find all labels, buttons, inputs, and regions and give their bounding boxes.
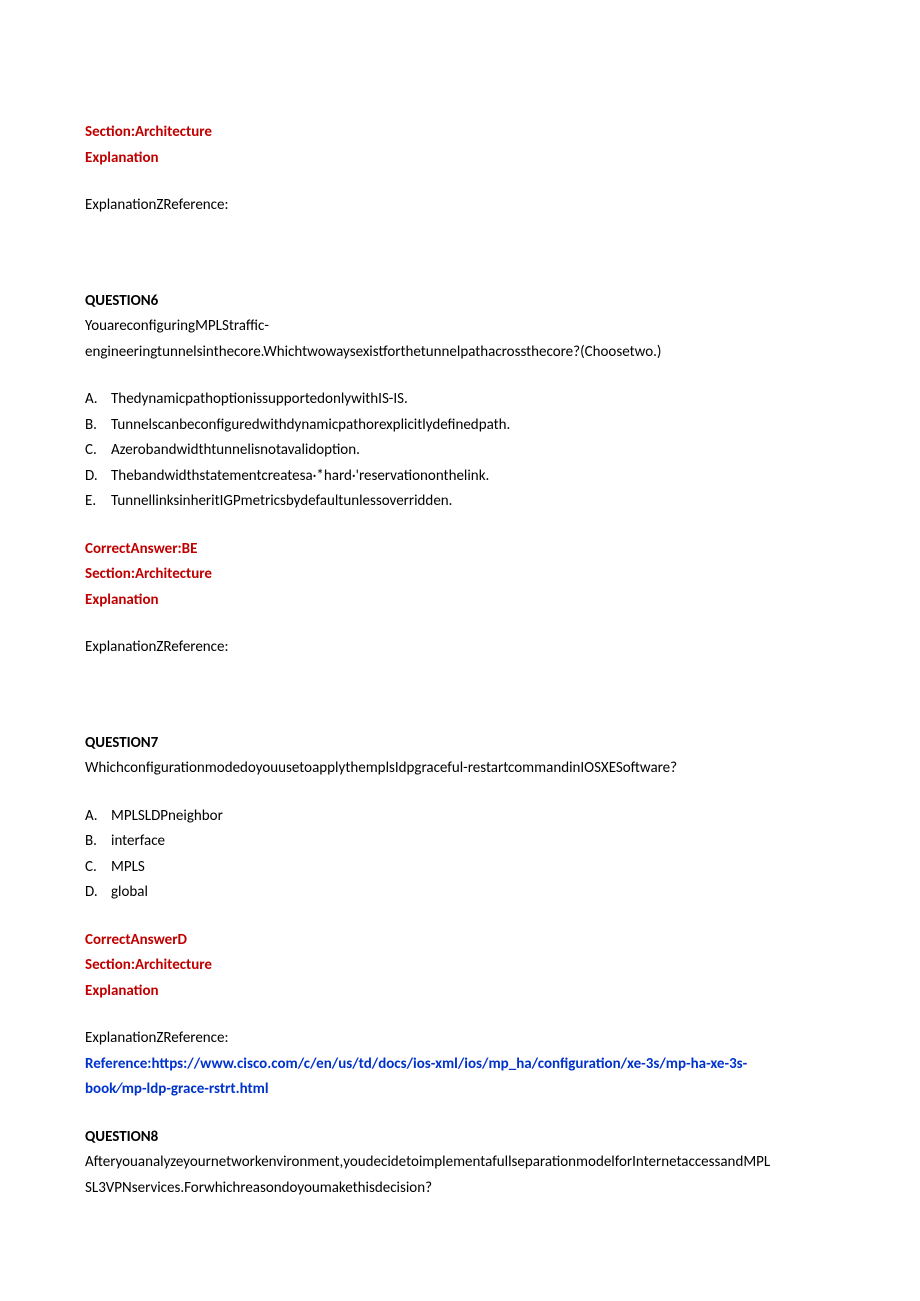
q7-options: A.MPLSLDPneighbor B.interface C.MPLS D.g… bbox=[85, 804, 835, 906]
q7-reference-url2[interactable]: book⁄mp-ldp-grace-rstrt.html bbox=[85, 1077, 835, 1103]
q6-prompt-line2: engineeringtunnelsinthecore.Whichtwoways… bbox=[85, 340, 835, 366]
q7-option-d: D.global bbox=[85, 880, 835, 906]
q7-option-a: A.MPLSLDPneighbor bbox=[85, 804, 835, 830]
q7-option-b: B.interface bbox=[85, 829, 835, 855]
q6-option-c: C.Azerobandwidthtunnelisnotavalidoption. bbox=[85, 438, 835, 464]
q8-prompt-line1: Afteryouanalyzeyournetworkenvironment,yo… bbox=[85, 1150, 835, 1176]
q6-option-a: A.Thedynamicpathoptionissupportedonlywit… bbox=[85, 387, 835, 413]
q7-explanation-label: Explanation bbox=[85, 979, 835, 1005]
q7-reference-line1: Reference:https://www.cisco.com/c/en/us/… bbox=[85, 1052, 835, 1078]
q6-option-b: B.Tunnelscanbeconfiguredwithdynamicpatho… bbox=[85, 413, 835, 439]
q6-heading: QUESTION6 bbox=[85, 289, 835, 315]
intro-explanation-label: Explanation bbox=[85, 146, 835, 172]
q6-section: Section:Architecture bbox=[85, 562, 835, 588]
q7-prompt: Whichconfigurationmodedoyouusetoapplythe… bbox=[85, 756, 835, 782]
q7-explanation-ref: ExplanationZReference: bbox=[85, 1026, 835, 1052]
q7-reference-url1[interactable]: https://www.cisco.com/c/en/us/td/docs/io… bbox=[151, 1055, 747, 1073]
q7-answer: CorrectAnswerD bbox=[85, 928, 835, 954]
q7-section: Section:Architecture bbox=[85, 953, 835, 979]
q6-options: A.Thedynamicpathoptionissupportedonlywit… bbox=[85, 387, 835, 515]
q6-explanation-label: Explanation bbox=[85, 588, 835, 614]
q6-answer: CorrectAnswer:BE bbox=[85, 537, 835, 563]
q7-heading: QUESTION7 bbox=[85, 731, 835, 757]
q6-option-d: D.Thebandwidthstatementcreatesa·*hard·'r… bbox=[85, 464, 835, 490]
intro-explanation-ref: ExplanationZReference: bbox=[85, 193, 835, 219]
q8-heading: QUESTION8 bbox=[85, 1125, 835, 1151]
q6-prompt-line1: YouareconfiguringMPLStraffic- bbox=[85, 314, 835, 340]
q6-explanation-ref: ExplanationZReference: bbox=[85, 635, 835, 661]
intro-section: Section:Architecture bbox=[85, 120, 835, 146]
q6-option-e: E.TunnellinksinheritIGPmetricsbydefaultu… bbox=[85, 489, 835, 515]
q7-reference-label: Reference: bbox=[85, 1055, 151, 1073]
q8-prompt-line2: SL3VPNservices.Forwhichreasondoyoumaketh… bbox=[85, 1176, 835, 1202]
q7-option-c: C.MPLS bbox=[85, 855, 835, 881]
